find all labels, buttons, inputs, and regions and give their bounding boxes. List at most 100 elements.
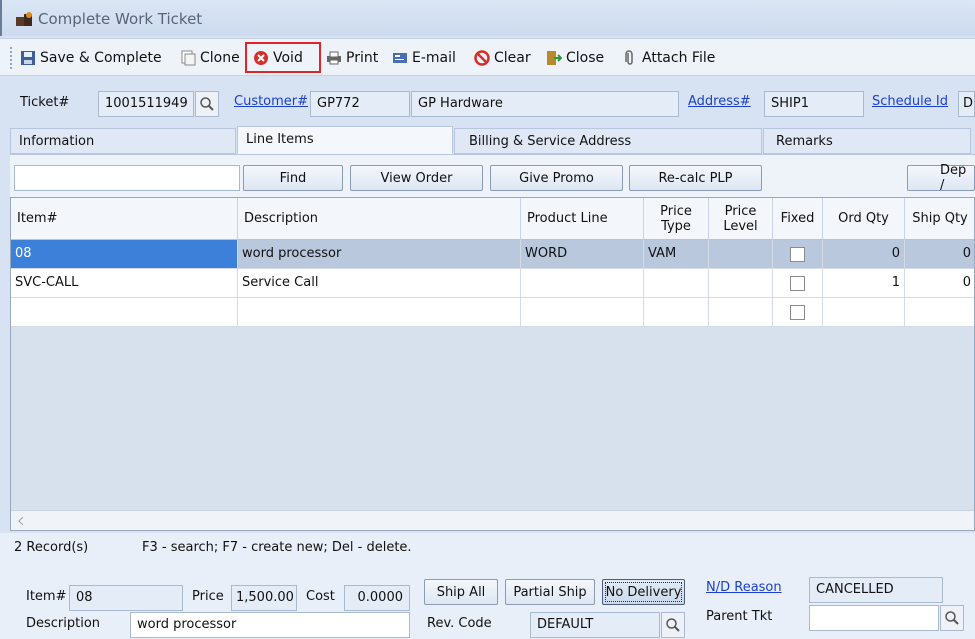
record-count: 2 Record(s) xyxy=(14,540,89,555)
search-icon xyxy=(945,611,959,625)
email-button[interactable]: E-mail xyxy=(392,47,456,69)
parent-tkt-search-button[interactable] xyxy=(940,605,964,631)
rev-code-field[interactable]: DEFAULT xyxy=(530,612,660,638)
rev-code-search-button[interactable] xyxy=(661,612,685,638)
ticket-search-button[interactable] xyxy=(195,91,219,117)
col-header-product-line[interactable]: Product Line xyxy=(521,198,644,240)
row1-fixed-checkbox[interactable] xyxy=(790,247,805,262)
toolbar: Save & Complete Clone Void Print E-mail … xyxy=(0,38,975,76)
tab-remarks[interactable]: Remarks xyxy=(763,128,971,154)
col-header-description[interactable]: Description xyxy=(238,198,521,240)
void-button[interactable]: Void xyxy=(245,42,321,73)
keyboard-hint: F3 - search; F7 - create new; Del - dele… xyxy=(142,540,412,555)
row2-price-level[interactable] xyxy=(709,269,773,298)
row2-ord-qty[interactable]: 1 xyxy=(823,269,905,298)
ship-all-button[interactable]: Ship All xyxy=(424,579,498,605)
customer-id-field[interactable]: GP772 xyxy=(310,91,410,117)
schedule-id-link[interactable]: Schedule Id xyxy=(872,94,948,109)
col-header-item[interactable]: Item# xyxy=(11,198,238,240)
cost-field[interactable]: 0.0000 xyxy=(344,585,410,611)
col-header-price-level[interactable]: Price Level xyxy=(709,198,773,240)
row2-fixed-checkbox[interactable] xyxy=(790,276,805,291)
paperclip-icon xyxy=(625,50,633,65)
row2-product-line[interactable] xyxy=(521,269,644,298)
tab-information[interactable]: Information xyxy=(10,128,236,154)
row3-description[interactable] xyxy=(238,298,521,327)
clone-label: Clone xyxy=(200,50,240,66)
address-field[interactable]: SHIP1 xyxy=(764,91,864,117)
customer-name-field[interactable]: GP Hardware xyxy=(411,91,679,117)
status-bar: 2 Record(s) F3 - search; F7 - create new… xyxy=(0,533,975,559)
description-field[interactable]: word processor xyxy=(130,612,410,638)
dep-button[interactable]: Dep / xyxy=(907,163,975,193)
partial-ship-button[interactable]: Partial Ship xyxy=(505,579,595,605)
row3-item[interactable] xyxy=(11,298,238,327)
view-order-button[interactable]: View Order xyxy=(350,165,483,191)
ticket-label: Ticket# xyxy=(20,95,70,110)
save-icon xyxy=(21,51,35,65)
toolbar-grip xyxy=(10,47,13,69)
row1-price-level[interactable] xyxy=(709,240,773,269)
row3-price-level[interactable] xyxy=(709,298,773,327)
clear-label: Clear xyxy=(494,50,531,66)
title-bar: Complete Work Ticket xyxy=(0,0,975,36)
row2-ship-qty[interactable]: 0 xyxy=(905,269,974,298)
tab-line-items[interactable]: Line Items xyxy=(237,126,453,154)
clone-icon xyxy=(181,50,196,66)
search-icon xyxy=(666,618,680,632)
row1-description[interactable]: word processor xyxy=(238,240,521,269)
row2-item[interactable]: SVC-CALL xyxy=(11,269,238,298)
row1-ship-qty[interactable]: 0 xyxy=(905,240,974,269)
col-header-ord-qty[interactable]: Ord Qty xyxy=(823,198,905,240)
tab-billing-service-address[interactable]: Billing & Service Address xyxy=(454,128,762,154)
col-header-price-type[interactable]: Price Type xyxy=(644,198,709,240)
search-icon xyxy=(200,97,214,111)
nd-reason-link[interactable]: N/D Reason xyxy=(706,580,782,595)
description-label: Description xyxy=(26,616,101,631)
scroll-left-icon[interactable] xyxy=(17,517,25,525)
tab-information-label: Information xyxy=(19,134,95,149)
clear-icon xyxy=(474,50,490,66)
no-delivery-button[interactable]: No Delivery xyxy=(602,579,685,605)
col-header-ship-qty[interactable]: Ship Qty xyxy=(905,198,974,240)
clear-button[interactable]: Clear xyxy=(474,47,531,69)
row2-price-type[interactable] xyxy=(644,269,709,298)
row2-description[interactable]: Service Call xyxy=(238,269,521,298)
clone-button[interactable]: Clone xyxy=(180,47,240,69)
row1-ord-qty[interactable]: 0 xyxy=(823,240,905,269)
item-field[interactable]: 08 xyxy=(69,585,183,611)
attach-file-button[interactable]: Attach File xyxy=(622,47,715,69)
attach-file-label: Attach File xyxy=(642,50,716,66)
row3-product-line[interactable] xyxy=(521,298,644,327)
parent-tkt-field[interactable] xyxy=(809,605,939,631)
print-icon xyxy=(327,51,341,65)
email-icon xyxy=(393,53,407,63)
price-field[interactable]: 1,500.00 xyxy=(231,585,297,611)
find-button[interactable]: Find xyxy=(243,165,343,191)
print-button[interactable]: Print xyxy=(326,47,378,69)
row1-product-line[interactable]: WORD xyxy=(521,240,644,269)
give-promo-button[interactable]: Give Promo xyxy=(490,165,623,191)
recalc-plp-button[interactable]: Re-calc PLP xyxy=(629,165,762,191)
tab-remarks-label: Remarks xyxy=(776,134,833,149)
col-header-fixed[interactable]: Fixed xyxy=(773,198,823,240)
address-link[interactable]: Address# xyxy=(688,94,751,109)
row3-price-type[interactable] xyxy=(644,298,709,327)
close-label: Close xyxy=(566,50,605,66)
row3-fixed-checkbox[interactable] xyxy=(790,305,805,320)
horizontal-scrollbar[interactable] xyxy=(11,510,974,530)
line-search-input[interactable] xyxy=(14,165,240,191)
nd-reason-field[interactable]: CANCELLED xyxy=(809,577,943,603)
customer-link[interactable]: Customer# xyxy=(234,94,308,109)
ticket-field[interactable]: 1001511949 xyxy=(98,91,194,117)
email-label: E-mail xyxy=(412,50,456,66)
row3-ord-qty[interactable] xyxy=(823,298,905,327)
row1-item[interactable]: 08 xyxy=(11,240,238,269)
row3-ship-qty[interactable] xyxy=(905,298,974,327)
close-button[interactable]: Close xyxy=(546,47,604,69)
item-label: Item# xyxy=(26,589,67,604)
row1-price-type[interactable]: VAM xyxy=(644,240,709,269)
schedule-id-field[interactable]: D xyxy=(958,91,975,117)
window-title: Complete Work Ticket xyxy=(38,10,203,28)
save-complete-button[interactable]: Save & Complete xyxy=(20,47,162,69)
